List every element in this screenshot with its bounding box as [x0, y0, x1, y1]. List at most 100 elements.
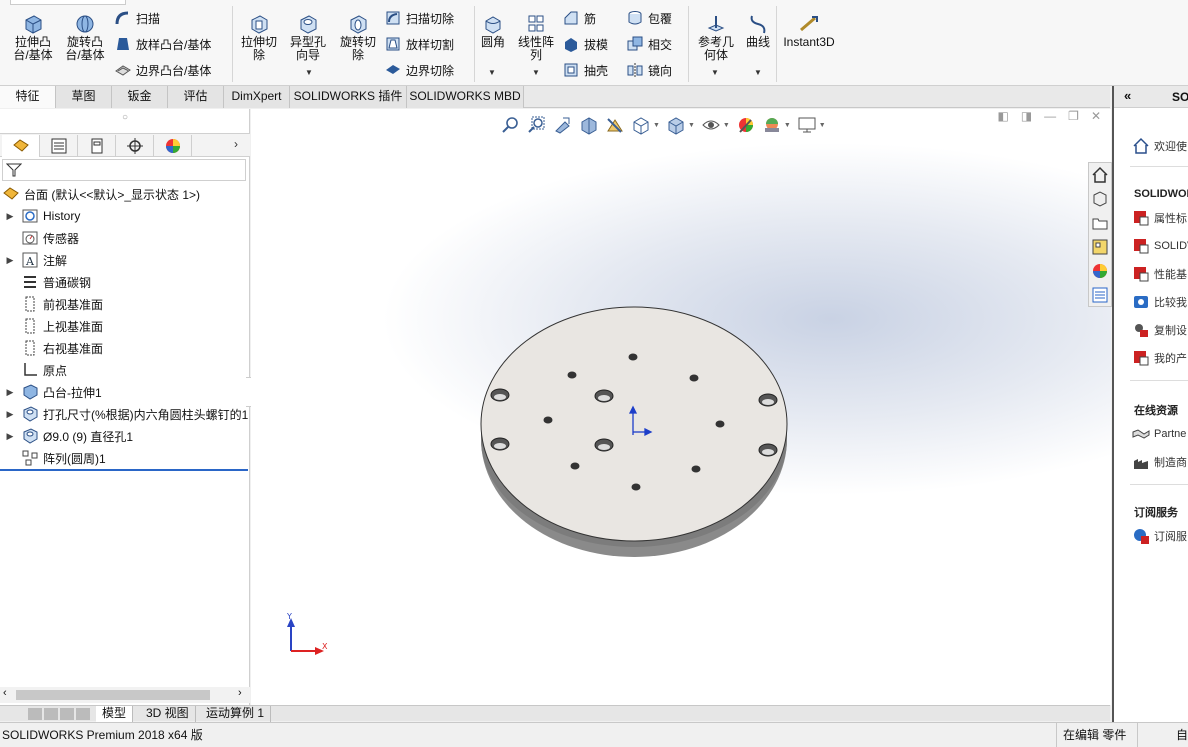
tab-3d-views[interactable]: 3D 视图 [140, 706, 196, 722]
task-pane-appearances-tab[interactable] [1089, 259, 1111, 283]
tool-link-1[interactable]: 属性标 [1132, 208, 1187, 228]
configuration-manager-tab[interactable] [78, 135, 116, 157]
feature-manager-tab[interactable] [2, 135, 40, 157]
expand-arrow-icon[interactable]: ▶ [5, 431, 15, 442]
tool-link-4[interactable]: 比较我 [1132, 292, 1187, 312]
display-manager-tab[interactable] [154, 135, 192, 157]
zoom-to-fit-icon[interactable] [501, 115, 521, 135]
tab-evaluate[interactable]: 评估 [168, 86, 224, 108]
task-pane-file-explorer-tab[interactable] [1089, 211, 1111, 235]
section-view-icon[interactable] [579, 115, 599, 135]
dimxpert-manager-tab[interactable] [116, 135, 154, 157]
rib-button[interactable]: 筋 [562, 8, 596, 28]
display-style-dropdown[interactable]: ▼ [688, 122, 695, 129]
tree-item-boss-extrude1[interactable]: ▶ 凸台-拉伸1 [0, 381, 102, 403]
tree-item-material[interactable]: 普通碳钢 [0, 271, 91, 293]
task-pane-custom-properties-tab[interactable] [1089, 283, 1111, 307]
tool-link-3[interactable]: 性能基 [1132, 264, 1187, 284]
part-model-plate[interactable] [471, 299, 791, 559]
tree-item-top-plane[interactable]: 上视基准面 [0, 315, 103, 337]
extrude-cut-button[interactable]: 拉伸切 除 [236, 14, 282, 62]
collapse-pane-icon[interactable]: « [1124, 88, 1131, 103]
mirror-button[interactable]: 镜向 [626, 60, 672, 80]
tab-solidworks-mbd[interactable]: SOLIDWORKS MBD [407, 86, 524, 108]
graphics-area[interactable]: ▼ ▼ ▼ ▼ ▼ ◧ ◨ — ❐ ✕ X Y [251, 109, 1111, 705]
tree-horizontal-scrollbar[interactable]: ‹ › [0, 687, 250, 703]
tab-features[interactable]: 特征 [0, 86, 56, 108]
tree-root-part[interactable]: 台面 (默认<<默认>_显示状态 1>) [2, 183, 200, 205]
hide-show-items-icon[interactable] [701, 115, 721, 135]
hole-wizard-dropdown[interactable]: ▼ [305, 68, 313, 77]
tab-sheet-metal[interactable]: 钣金 [112, 86, 168, 108]
tool-link-5[interactable]: 复制设 [1132, 320, 1187, 340]
expand-arrow-icon[interactable]: ▶ [5, 409, 15, 420]
first-tab-icon[interactable] [28, 708, 42, 720]
reference-geometry-button[interactable]: 参考几 何体 [694, 14, 738, 62]
partner-link[interactable]: Partne [1132, 424, 1186, 444]
tab-motion-study[interactable]: 运动算例 1 [200, 706, 272, 722]
tool-link-2[interactable]: SOLIDV [1132, 236, 1188, 256]
fillet-dropdown[interactable]: ▼ [488, 68, 496, 77]
restore-left-icon[interactable]: ◧ [997, 109, 1008, 125]
tab-model[interactable]: 模型 [96, 706, 134, 722]
prev-tab-icon[interactable] [44, 708, 58, 720]
shell-button[interactable]: 抽壳 [562, 60, 608, 80]
view-settings-dropdown[interactable]: ▼ [819, 122, 826, 129]
expand-arrow-icon[interactable]: ▶ [5, 255, 15, 266]
dynamic-annotation-icon[interactable] [605, 115, 625, 135]
display-style-icon[interactable] [666, 115, 686, 135]
welcome-link[interactable]: 欢迎使 [1132, 136, 1187, 156]
tab-sketch[interactable]: 草图 [56, 86, 112, 108]
zoom-to-area-icon[interactable] [527, 115, 547, 135]
revolve-cut-button[interactable]: 旋转切 除 [335, 14, 381, 62]
tree-item-right-plane[interactable]: 右视基准面 [0, 337, 103, 359]
view-orientation-icon[interactable] [631, 115, 651, 135]
previous-view-icon[interactable] [553, 115, 573, 135]
reference-geometry-dropdown[interactable]: ▼ [711, 68, 719, 77]
expand-arrow-icon[interactable]: ▶ [5, 387, 15, 398]
rollback-bar[interactable] [0, 469, 248, 471]
task-pane-home-tab[interactable] [1089, 163, 1111, 187]
panel-grip[interactable]: ○ [0, 109, 250, 131]
scroll-left-icon[interactable]: ‹ [3, 687, 7, 699]
hide-show-dropdown[interactable]: ▼ [723, 122, 730, 129]
tree-item-annotations[interactable]: ▶ A 注解 [0, 249, 67, 271]
tree-item-history[interactable]: ▶ History [0, 205, 81, 227]
linear-pattern-dropdown[interactable]: ▼ [532, 68, 540, 77]
scrollbar-thumb[interactable] [16, 690, 210, 700]
tree-item-hole-feature[interactable]: ▶ 打孔尺寸(%根据)内六角圆柱头螺钉的1 [0, 403, 250, 425]
revolve-boss-button[interactable]: 旋转凸 台/基体 [62, 14, 108, 62]
wrap-button[interactable]: 包覆 [626, 8, 672, 28]
task-pane-resources-tab[interactable] [1089, 187, 1111, 211]
loft-cut-button[interactable]: 放样切割 [384, 34, 454, 54]
boundary-boss-button[interactable]: 边界凸台/基体 [114, 60, 211, 80]
subscription-link[interactable]: 订阅服 [1132, 526, 1187, 546]
manufacturer-link[interactable]: 制造商 [1132, 452, 1187, 472]
minimize-icon[interactable]: — [1044, 109, 1056, 125]
ribbon-top-dropdown[interactable] [10, 0, 126, 5]
panel-tabs-more-icon[interactable]: › [234, 137, 238, 151]
tab-solidworks-addins[interactable]: SOLIDWORKS 插件 [290, 86, 407, 108]
tree-item-diameter-hole[interactable]: ▶ Ø9.0 (9) 直径孔1 [0, 425, 133, 447]
next-tab-icon[interactable] [60, 708, 74, 720]
tool-link-6[interactable]: 我的产 [1132, 348, 1187, 368]
boundary-cut-button[interactable]: 边界切除 [384, 60, 454, 80]
view-settings-icon[interactable] [797, 115, 817, 135]
edit-appearance-icon[interactable] [736, 115, 756, 135]
scroll-right-icon[interactable]: › [238, 687, 242, 699]
tab-dimxpert[interactable]: DimXpert [224, 86, 290, 108]
last-tab-icon[interactable] [76, 708, 90, 720]
sweep-button[interactable]: 扫描 [114, 8, 160, 28]
curves-dropdown[interactable]: ▼ [754, 68, 762, 77]
tree-item-sensors[interactable]: 传感器 [0, 227, 79, 249]
curves-button[interactable]: 曲线 [742, 14, 774, 49]
draft-button[interactable]: 拔模 [562, 34, 608, 54]
fillet-button[interactable]: 圆角 [478, 14, 508, 49]
intersect-button[interactable]: 相交 [626, 34, 672, 54]
expand-arrow-icon[interactable]: ▶ [5, 211, 15, 222]
extrude-boss-button[interactable]: 拉伸凸 台/基体 [10, 14, 56, 62]
status-custom[interactable]: 自 [1176, 726, 1188, 743]
restore-right-icon[interactable]: ◨ [1021, 109, 1032, 125]
tree-item-circular-pattern[interactable]: 阵列(圆周)1 [0, 447, 106, 469]
tree-item-front-plane[interactable]: 前视基准面 [0, 293, 103, 315]
